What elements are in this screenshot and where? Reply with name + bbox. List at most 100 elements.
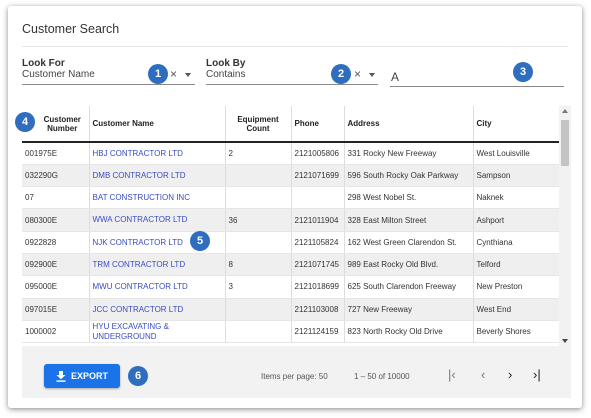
equipment-count-cell [225, 186, 292, 210]
table-row[interactable]: 095000E MWU CONTRACTOR LTD 3 2121018699 … [22, 275, 559, 299]
next-page-icon[interactable]: › [508, 368, 512, 381]
search-input[interactable]: A [391, 70, 399, 84]
equipment-count-cell: 36 [225, 208, 292, 232]
scrollbar-thumb[interactable] [561, 120, 569, 166]
equipment-count-cell: 2 [225, 142, 292, 165]
callout-badge-6: 6 [128, 366, 148, 386]
phone-cell: 2121124159 [291, 320, 345, 344]
look-for-dropdown-icon[interactable] [185, 73, 191, 77]
callout-badge-3: 3 [513, 62, 533, 82]
customer-number-cell: 095000E [22, 275, 90, 299]
callout-badge-5: 5 [190, 231, 210, 251]
scroll-up-arrow-icon[interactable] [562, 109, 568, 113]
previous-page-icon[interactable]: ‹ [481, 368, 485, 381]
look-by-select[interactable]: Contains [206, 69, 245, 80]
search-input-underline [390, 86, 564, 87]
equipment-count-cell [225, 298, 292, 321]
customer-number-cell: 097015E [22, 298, 90, 321]
phone-cell: 2121011904 [291, 208, 345, 232]
phone-cell: 2121071699 [291, 164, 345, 188]
table-row[interactable]: 032290G DMB CONTRACTOR LTD 2121071699 59… [22, 164, 559, 188]
phone-cell: 2121105824 [291, 231, 345, 254]
look-by-underline [206, 84, 378, 85]
column-header-customer-name[interactable]: Customer Name [89, 106, 226, 143]
phone-cell: 2121071745 [291, 253, 345, 277]
table-row[interactable]: 092900E TRM CONTRACTOR LTD 8 2121071745 … [22, 253, 559, 277]
phone-cell: 2121103008 [291, 298, 345, 321]
address-cell: 328 East Milton Street [344, 208, 474, 232]
customer-number-cell: 001975E [22, 142, 90, 165]
look-for-underline [22, 84, 195, 85]
customer-number-cell: 080300E [22, 208, 90, 232]
table-footer: EXPORT 6 Items per page: 50 1 – 50 of 10… [22, 346, 571, 398]
title-divider [22, 46, 568, 47]
column-header-equipment-count[interactable]: Equipment Count [225, 106, 292, 143]
callout-badge-4: 4 [15, 112, 35, 132]
download-icon [56, 370, 66, 382]
export-button[interactable]: EXPORT [44, 364, 120, 388]
customer-table: Customer Number Customer Name Equipment … [22, 106, 571, 346]
export-button-label: EXPORT [70, 371, 108, 381]
last-page-icon[interactable]: ›| [533, 368, 541, 381]
look-for-clear-icon[interactable]: × [170, 67, 177, 81]
city-cell: Beverly Shores [473, 320, 559, 344]
column-header-address[interactable]: Address [344, 106, 474, 143]
phone-cell: 2121005806 [291, 142, 345, 165]
first-page-icon[interactable]: |‹ [448, 368, 456, 381]
equipment-count-cell [225, 320, 292, 344]
customer-number-cell: 1000002 [22, 320, 90, 344]
table-row[interactable]: 001975E HBJ CONTRACTOR LTD 2 2121005806 … [22, 142, 559, 165]
scroll-down-arrow-icon[interactable] [562, 339, 568, 343]
page-title: Customer Search [22, 22, 120, 36]
look-by-dropdown-icon[interactable] [369, 73, 375, 77]
items-per-page-label[interactable]: Items per page: 50 [261, 372, 328, 381]
look-for-select[interactable]: Customer Name [22, 69, 95, 80]
city-cell: New Preston [473, 275, 559, 299]
column-header-city[interactable]: City [473, 106, 559, 143]
callout-badge-1: 1 [148, 64, 168, 84]
city-cell: Naknek [473, 186, 559, 210]
equipment-count-cell [225, 231, 292, 254]
look-for-label: Look For [22, 58, 65, 69]
phone-cell [291, 186, 345, 210]
city-cell: Ashport [473, 208, 559, 232]
look-by-clear-icon[interactable]: × [354, 67, 361, 81]
address-cell: 596 South Rocky Oak Parkway [344, 164, 474, 188]
equipment-count-cell: 3 [225, 275, 292, 299]
look-by-label: Look By [206, 58, 246, 69]
customer-name-link[interactable]: MWU CONTRACTOR LTD [89, 275, 226, 299]
customer-name-link[interactable]: JCC CONTRACTOR LTD [89, 298, 226, 321]
table-header-row: Customer Number Customer Name Equipment … [22, 106, 559, 143]
table-row[interactable]: 07 BAT CONSTRUCTION INC 298 West Nobel S… [22, 186, 559, 210]
customer-name-link[interactable]: HYU EXCAVATING & UNDERGROUND [89, 320, 226, 344]
customer-number-cell: 032290G [22, 164, 90, 188]
callout-badge-2: 2 [331, 64, 351, 84]
table-row[interactable]: 1000002 HYU EXCAVATING & UNDERGROUND 212… [22, 320, 559, 344]
equipment-count-cell: 8 [225, 253, 292, 277]
customer-number-cell: 07 [22, 186, 90, 210]
customer-name-link[interactable]: BAT CONSTRUCTION INC [89, 186, 226, 210]
address-cell: 331 Rocky New Freeway [344, 142, 474, 165]
customer-name-link[interactable]: DMB CONTRACTOR LTD [89, 164, 226, 188]
customer-number-cell: 0922828 [22, 231, 90, 254]
phone-cell: 2121018699 [291, 275, 345, 299]
address-cell: 298 West Nobel St. [344, 186, 474, 210]
customer-name-link[interactable]: HBJ CONTRACTOR LTD [89, 142, 226, 165]
equipment-count-cell [225, 164, 292, 188]
address-cell: 727 New Freeway [344, 298, 474, 321]
table-row[interactable]: 080300E WWA CONTRACTOR LTD 36 2121011904… [22, 208, 559, 232]
table-vertical-scrollbar[interactable] [559, 106, 571, 346]
city-cell: Cynthiana [473, 231, 559, 254]
table-row[interactable]: 097015E JCC CONTRACTOR LTD 2121103008 72… [22, 298, 559, 321]
city-cell: Telford [473, 253, 559, 277]
customer-name-link[interactable]: WWA CONTRACTOR LTD [89, 208, 226, 232]
table-row[interactable]: 0922828 NJK CONTRACTOR LTD 2121105824 16… [22, 231, 559, 254]
city-cell: West Louisville [473, 142, 559, 165]
customer-name-link[interactable]: TRM CONTRACTOR LTD [89, 253, 226, 277]
customer-search-card: Customer Search Look For Customer Name 1… [8, 6, 582, 408]
column-header-phone[interactable]: Phone [291, 106, 345, 143]
address-cell: 823 North Rocky Old Drive [344, 320, 474, 344]
city-cell: Sampson [473, 164, 559, 188]
page-range-label: 1 – 50 of 10000 [354, 372, 410, 381]
address-cell: 989 East Rocky Old Blvd. [344, 253, 474, 277]
